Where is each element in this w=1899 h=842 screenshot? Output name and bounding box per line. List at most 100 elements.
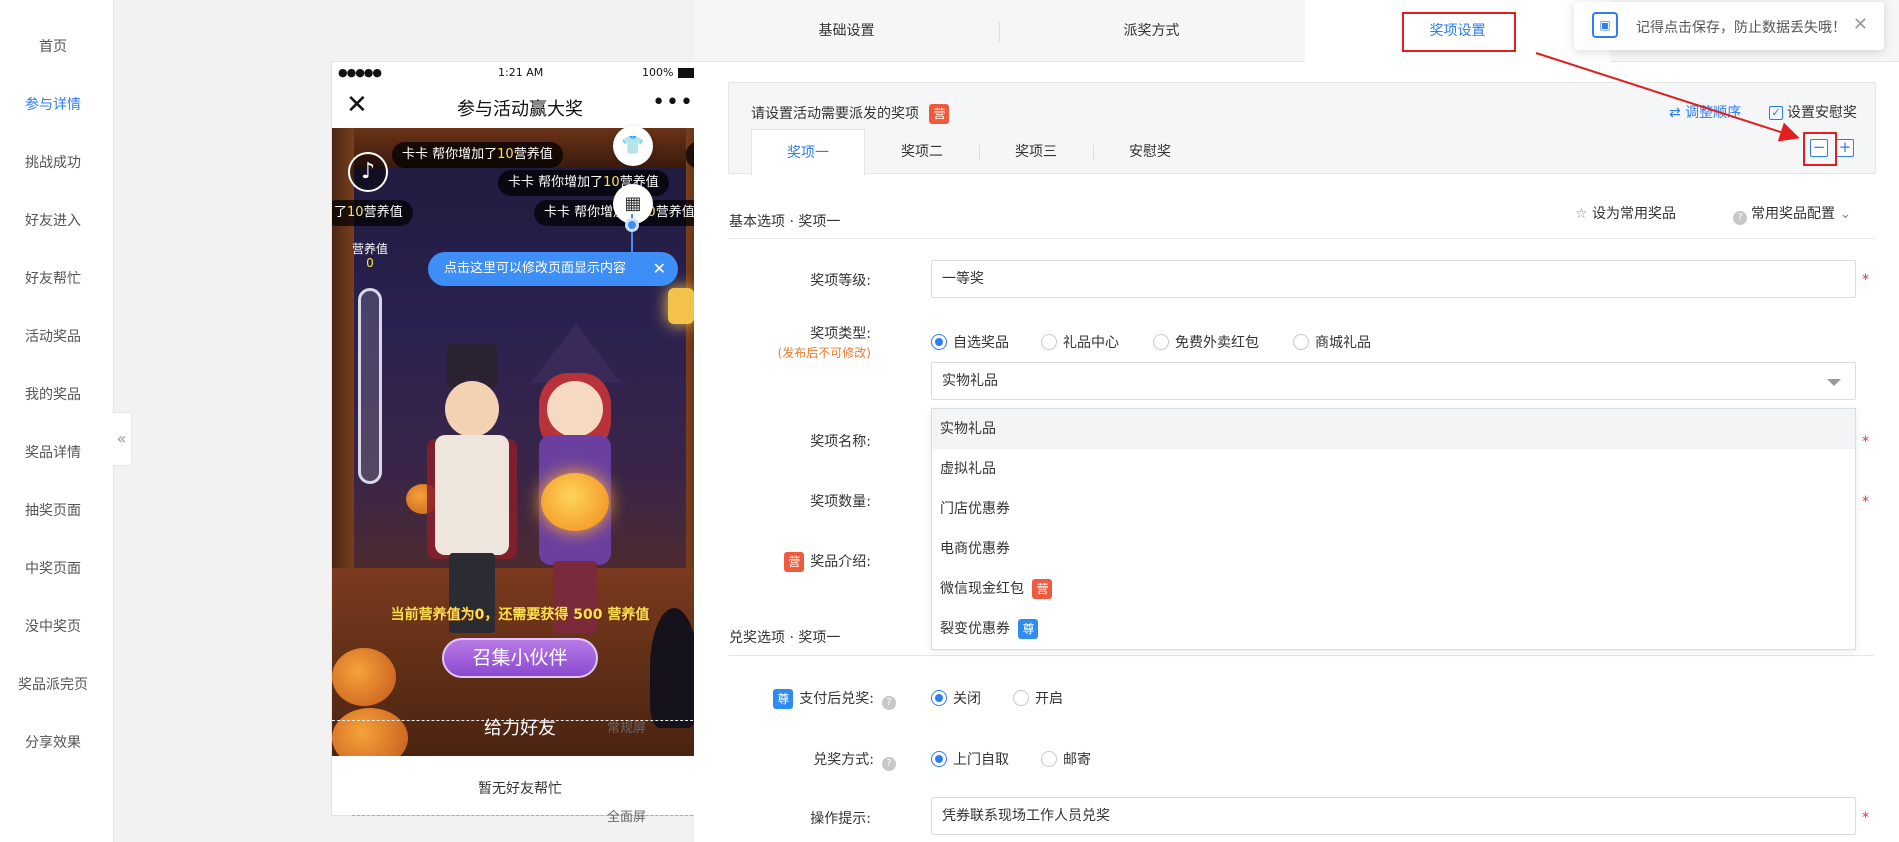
basic-options-title: 基本选项 · 奖项一 — [729, 214, 841, 230]
nav-item-no-win-page[interactable]: 没中奖页 — [0, 616, 106, 636]
tip-text: 点击这里可以修改页面显示内容 — [444, 261, 627, 276]
nav-item-prize-detail[interactable]: 奖品详情 — [0, 442, 106, 462]
premium-badge: 尊 — [773, 689, 794, 709]
radio-mail[interactable]: 邮寄 — [1041, 749, 1091, 769]
summon-friends-button[interactable]: 召集小伙伴 — [442, 638, 598, 678]
close-icon[interactable]: ✕ — [653, 252, 666, 286]
star-icon: ☆ — [1575, 206, 1588, 222]
no-friends-text: 暂无好友帮忙 — [478, 781, 562, 797]
subtab-prize-3[interactable]: 奖项三 — [979, 129, 1093, 175]
dropdown-option[interactable]: 电商优惠券 — [932, 529, 1855, 569]
dropdown-option[interactable]: 虚拟礼品 — [932, 449, 1855, 489]
nav-item-friend-enter[interactable]: 好友进入 — [0, 210, 106, 230]
dropdown-option[interactable]: 实物礼品 — [932, 409, 1855, 449]
radio-pay-off[interactable]: 关闭 — [931, 688, 981, 708]
nav-item-home[interactable]: 首页 — [0, 36, 106, 56]
pay-redeem-label: 尊支付后兑奖:? — [731, 688, 896, 710]
nav-item-prizes-gone-page[interactable]: 奖品派完页 — [0, 674, 106, 694]
chevron-down-icon — [1827, 379, 1841, 386]
check-icon: ✓ — [1769, 106, 1783, 120]
nav-item-participation[interactable]: 参与详情 — [0, 94, 106, 114]
gift-type-select[interactable]: 实物礼品 — [931, 362, 1856, 400]
dropdown-option[interactable]: 裂变优惠券 尊 — [932, 609, 1855, 649]
help-icon[interactable]: ? — [882, 757, 896, 771]
full-screen-label: 全面屏 — [607, 810, 647, 825]
normal-screen-label: 常规屏 — [607, 721, 647, 736]
save-reminder-toast: ▣ 记得点击保存，防止数据丢失哦！ ✕ — [1574, 2, 1884, 50]
guide-line — [352, 815, 708, 816]
prize-name-label: 奖项名称: — [810, 434, 871, 450]
nav-item-friend-help[interactable]: 好友帮忙 — [0, 268, 106, 288]
add-prize-button[interactable]: + — [1836, 139, 1854, 157]
tip-dot — [625, 218, 639, 232]
music-note-icon[interactable]: ♪ — [348, 152, 388, 192]
required-mark: * — [1862, 434, 1869, 450]
subtab-prize-2[interactable]: 奖项二 — [865, 129, 979, 175]
section-divider — [729, 655, 1874, 656]
section-divider — [729, 238, 1874, 239]
save-disk-icon: ▣ — [1592, 12, 1618, 38]
dropdown-option[interactable]: 门店优惠券 — [932, 489, 1855, 529]
tab-distribution[interactable]: 派奖方式 — [999, 0, 1304, 62]
nav-item-my-prizes[interactable]: 我的奖品 — [0, 384, 106, 404]
phone-titlebar: ✕ 参与活动赢大奖 ••• — [332, 84, 708, 128]
nutrition-value: 0 — [366, 256, 374, 270]
lantern-icon — [668, 288, 694, 324]
prize-intro-label: 营奖品介绍: — [731, 551, 871, 572]
edit-content-tip[interactable]: 点击这里可以修改页面显示内容 ✕ — [428, 252, 678, 286]
vampire-boy-illustration — [427, 343, 517, 643]
prize-qty-label: 奖项数量: — [810, 494, 871, 510]
dropdown-option[interactable]: 微信现金红包 营 — [932, 569, 1855, 609]
consolation-checkbox[interactable]: ✓ 设置安慰奖 — [1769, 102, 1857, 122]
required-mark: * — [1862, 272, 1869, 288]
radio-pickup[interactable]: 上门自取 — [931, 749, 1009, 769]
help-icon[interactable]: ? — [882, 696, 896, 710]
nav-item-challenge-success[interactable]: 挑战成功 — [0, 152, 106, 172]
toast-message: 记得点击保存，防止数据丢失哦！ — [1636, 20, 1846, 36]
status-bar: ●●●●● 1:21 AM 100% — [332, 62, 708, 84]
prize-level-label: 奖项等级: — [810, 273, 871, 289]
signal-icon: ●●●●● — [338, 66, 382, 79]
radio-gift-center[interactable]: 礼品中心 — [1041, 332, 1119, 352]
required-mark: * — [1862, 494, 1869, 510]
witch-girl-illustration — [525, 323, 625, 643]
subtab-prize-1[interactable]: 奖项一 — [751, 129, 865, 176]
gift-type-dropdown: 实物礼品 虚拟礼品 门店优惠券 电商优惠券 微信现金红包 营 裂变优惠券 尊 — [931, 408, 1856, 650]
marketing-badge: 营 — [1032, 579, 1053, 599]
nav-item-activity-prizes[interactable]: 活动奖品 — [0, 326, 106, 346]
ticker-message: 了10营养值 — [332, 200, 413, 226]
radio-mall-gift[interactable]: 商城礼品 — [1293, 332, 1371, 352]
required-mark: * — [1862, 810, 1869, 826]
battery-text: 100% — [642, 66, 674, 79]
pumpkin-icon — [332, 648, 396, 706]
set-common-prize[interactable]: ☆ 设为常用奖品 — [1575, 203, 1676, 223]
close-icon[interactable]: ✕ — [1853, 14, 1868, 35]
prize-config-box: 请设置活动需要派发的奖项 营 ⇄ 调整顺序 ✓ 设置安慰奖 奖项一 奖项二 奖项三… — [728, 82, 1876, 176]
prize-config-heading: 请设置活动需要派发的奖项 营 — [751, 103, 950, 124]
nav-item-win-page[interactable]: 中奖页面 — [0, 558, 106, 578]
tab-basic-settings[interactable]: 基础设置 — [694, 0, 999, 62]
highlight-marker — [1803, 132, 1837, 166]
radio-pay-on[interactable]: 开启 — [1013, 688, 1063, 708]
prize-level-input[interactable]: 一等奖 — [931, 260, 1856, 298]
redeem-method-label: 兑奖方式:? — [731, 749, 896, 771]
shirt-icon[interactable]: 👕 — [613, 126, 653, 166]
reorder-link[interactable]: ⇄ 调整顺序 — [1669, 102, 1741, 122]
common-prize-config[interactable]: ? 常用奖品配置 ⌄ — [1733, 203, 1851, 225]
prize-type-note: (发布后不可修改) — [777, 346, 871, 360]
phone-preview: ●●●●● 1:21 AM 100% ✕ 参与活动赢大奖 ••• 卡卡 帮你增加… — [331, 61, 708, 816]
radio-free-takeout[interactable]: 免费外卖红包 — [1153, 332, 1259, 352]
give-friends-title: 给力好友 — [484, 718, 556, 739]
marketing-badge: 营 — [929, 104, 950, 124]
more-icon[interactable]: ••• — [652, 90, 694, 115]
operation-tip-input[interactable]: 凭券联系现场工作人员兑奖 — [931, 797, 1856, 835]
radio-self-selected[interactable]: 自选奖品 — [931, 332, 1009, 352]
subtab-consolation[interactable]: 安慰奖 — [1093, 129, 1207, 175]
collapse-sidebar-icon[interactable]: « — [112, 412, 132, 466]
nav-item-share-effect[interactable]: 分享效果 — [0, 732, 106, 752]
marketing-badge: 营 — [784, 552, 805, 572]
chevron-down-icon: ⌄ — [1835, 206, 1852, 222]
nav-item-lottery-page[interactable]: 抽奖页面 — [0, 500, 106, 520]
left-nav: 首页 参与详情 挑战成功 好友进入 好友帮忙 活动奖品 我的奖品 奖品详情 抽奖… — [0, 0, 114, 842]
help-icon: ? — [1733, 211, 1747, 225]
